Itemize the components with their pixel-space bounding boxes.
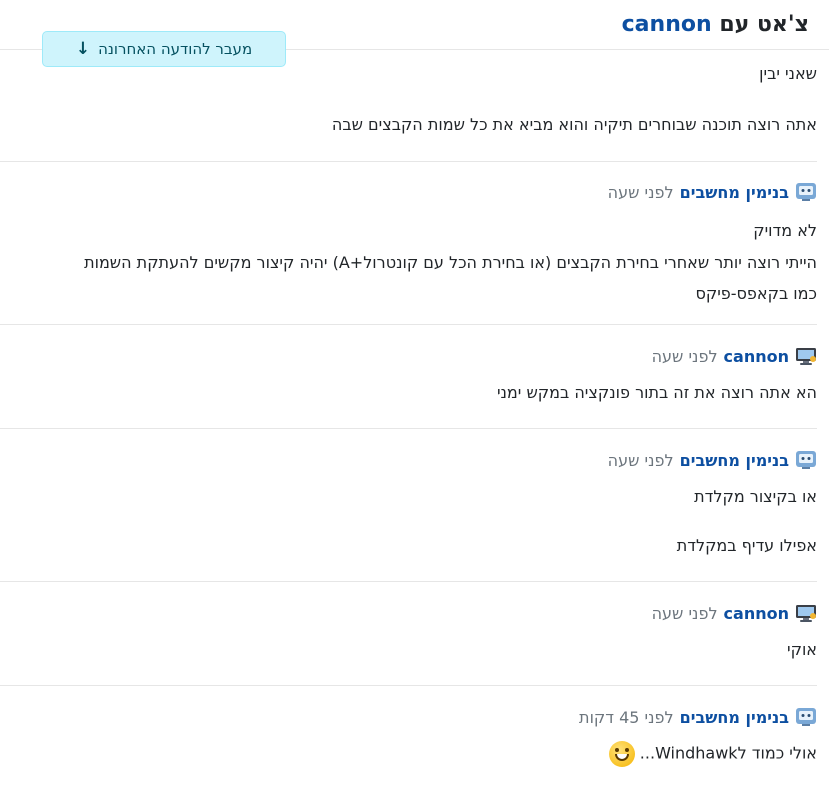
- message: בנימין מחשבים לפני שעה או בקיצור מקלדת א…: [0, 429, 817, 582]
- page-title: צ'אט עם cannon: [622, 12, 809, 37]
- author-link[interactable]: בנימין מחשבים: [680, 183, 789, 202]
- message-time: לפני שעה: [651, 346, 718, 366]
- title-user-link[interactable]: cannon: [622, 12, 712, 37]
- message-meta: cannon לפני שעה: [652, 346, 817, 366]
- computer-robot-icon: [795, 182, 817, 202]
- desktop-computer-icon: [795, 346, 817, 366]
- message-meta: בנימין מחשבים לפני שעה: [608, 450, 817, 470]
- message: cannon לפני שעה הא אתה רוצה את זה בתור פ…: [0, 325, 817, 429]
- message: בנימין מחשבים לפני שעה לא מדויק הייתי רו…: [0, 162, 817, 325]
- message-text: או בקיצור מקלדת: [694, 487, 817, 506]
- desktop-computer-icon: [795, 603, 817, 623]
- message-meta: בנימין מחשבים לפני 45 דקות: [579, 707, 817, 727]
- title-prefix: צ'אט עם: [719, 12, 809, 37]
- message-text: שאני יבין: [759, 64, 817, 83]
- message-time: לפני שעה: [651, 603, 718, 623]
- message-meta: cannon לפני שעה: [652, 603, 817, 623]
- message-text: הייתי רוצה יותר שאחרי בחירת הקבצים (או ב…: [84, 253, 817, 272]
- message-text: כמו בקאפס-פיקס: [695, 284, 817, 303]
- message-meta: בנימין מחשבים לפני שעה: [608, 182, 817, 202]
- message: בנימין מחשבים לפני 45 דקות אולי כמוד לWi…: [0, 686, 817, 786]
- message: cannon לפני שעה אוקי: [0, 582, 817, 686]
- message-list: שאני יבין אתה רוצה תוכנה שבוחרים תיקיה ו…: [0, 50, 829, 786]
- message-text: הא אתה רוצה את זה בתור פונקציה במקש ימני: [496, 383, 817, 402]
- message-text: לא מדויק: [753, 221, 817, 240]
- jump-to-latest-button[interactable]: מעבר להודעה האחרונה ↓: [42, 31, 286, 67]
- message-text: אפילו עדיף במקלדת: [676, 536, 817, 555]
- author-link[interactable]: בנימין מחשבים: [680, 451, 789, 470]
- computer-robot-icon: [795, 450, 817, 470]
- message-text: אוקי: [787, 640, 817, 659]
- message-text: אתה רוצה תוכנה שבוחרים תיקיה והוא מביא א…: [331, 115, 817, 134]
- message-text: אולי כמוד לWindhawk...: [605, 741, 817, 767]
- message-time: לפני שעה: [607, 182, 674, 202]
- message-text-content: אולי כמוד לWindhawk...: [639, 743, 817, 763]
- author-link[interactable]: cannon: [724, 604, 789, 623]
- arrow-down-icon: ↓: [75, 39, 91, 59]
- author-link[interactable]: בנימין מחשבים: [680, 708, 789, 727]
- grinning-face-icon: [608, 741, 635, 767]
- computer-robot-icon: [795, 707, 817, 727]
- message-time: לפני שעה: [607, 450, 674, 470]
- jump-to-latest-label: מעבר להודעה האחרונה: [98, 40, 253, 58]
- message-time: לפני 45 דקות: [579, 707, 674, 727]
- author-link[interactable]: cannon: [724, 347, 789, 366]
